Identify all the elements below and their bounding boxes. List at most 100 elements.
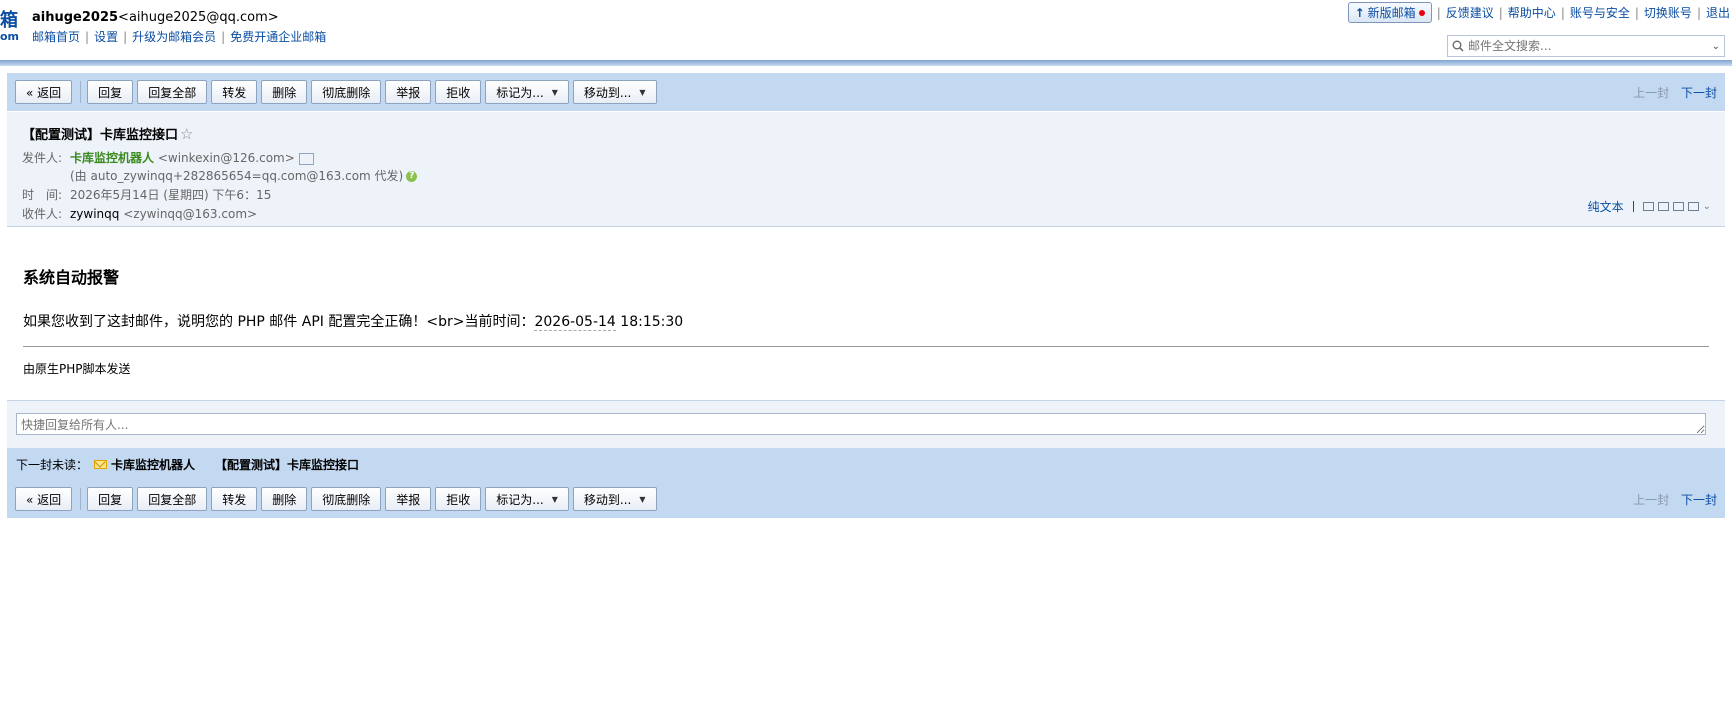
pager: 上一封 下一封 [1633, 84, 1717, 101]
divider: | [123, 30, 128, 44]
next-mail-link[interactable]: 下一封 [1681, 493, 1717, 507]
delete-permanently-button[interactable]: 彻底删除 [311, 487, 382, 511]
mail-header: 【配置测试】卡库监控接口 ☆ 发件人: 卡库监控机器人 <winkexin@126.… [7, 112, 1725, 227]
from-label: 发件人: [22, 151, 63, 165]
body-date[interactable]: 2026-05-14 [534, 314, 616, 331]
divider: | [1498, 5, 1503, 20]
link-enterprise-mail[interactable]: 免费开通企业邮箱 [230, 30, 326, 44]
next-unread-bar: 下一封未读： 卡库监控机器人 【配置测试】卡库监控接口 [7, 448, 1725, 480]
chevron-down-icon[interactable]: ⌄ [1712, 41, 1720, 52]
mail-subject: 【配置测试】卡库监控接口 ☆ [22, 124, 193, 143]
link-help[interactable]: 帮助中心 [1508, 4, 1556, 21]
download-icon[interactable] [1672, 202, 1684, 211]
move-to-label: 移动到... [583, 85, 632, 100]
link-feedback[interactable]: 反馈建议 [1446, 4, 1494, 21]
toolbar-divider [80, 488, 82, 510]
link-switch-account[interactable]: 切换账号 [1644, 4, 1692, 21]
arrow-up-icon: ↑ [1354, 5, 1365, 20]
next-unread-label: 下一封未读： [16, 457, 89, 472]
from-row: 发件人: 卡库监控机器人 <winkexin@126.com> [22, 149, 314, 166]
reply-button[interactable]: 回复 [87, 487, 134, 511]
link-settings[interactable]: 设置 [94, 30, 118, 44]
header-divider [0, 60, 1732, 66]
divider: | [221, 30, 226, 44]
divider: | [85, 30, 90, 44]
on-behalf-row: (由 auto_zywinqq+282865654=qq.com@163.com… [70, 167, 418, 184]
divider: | [1436, 5, 1441, 20]
prev-mail-link[interactable]: 上一封 [1633, 86, 1669, 100]
reject-button[interactable]: 拒收 [435, 487, 482, 511]
quick-reply-input[interactable] [16, 413, 1706, 435]
back-button[interactable]: « 返回 [15, 80, 73, 104]
on-behalf-text: (由 auto_zywinqq+282865654=qq.com@163.com… [70, 169, 404, 183]
body-text-prefix: 如果您收到了这封邮件，说明您的 PHP 邮件 API 配置完全正确！<br>当前… [23, 314, 535, 330]
body-time: 18:15:30 [615, 314, 684, 330]
delete-permanently-button[interactable]: 彻底删除 [311, 80, 382, 104]
report-button[interactable]: 举报 [385, 487, 432, 511]
account-email: <aihuge2025@qq.com> [118, 10, 279, 25]
search-box[interactable]: ⌄ [1447, 35, 1725, 57]
body-text: 如果您收到了这封邮件，说明您的 PHP 邮件 API 配置完全正确！<br>当前… [23, 311, 683, 331]
link-account-security[interactable]: 账号与安全 [1570, 4, 1630, 21]
time-label: 时 间: [22, 188, 63, 202]
move-to-dropdown[interactable]: 移动到... ▼ [572, 80, 657, 104]
report-button[interactable]: 举报 [385, 80, 432, 104]
sender-email: <winkexin@126.com> [157, 151, 295, 165]
toolbar-top: « 返回 回复 回复全部 转发 删除 彻底删除 举报 拒收 标记为... ▼ 移动… [7, 73, 1725, 111]
caret-down-icon: ▼ [639, 87, 646, 97]
recipient-name[interactable]: zywinqq [70, 207, 119, 221]
plain-text-link[interactable]: 纯文本 [1588, 198, 1624, 215]
next-unread-sender[interactable]: 卡库监控机器人 [111, 456, 195, 473]
toolbar-divider [80, 81, 82, 103]
toolbar-bottom: « 返回 回复 回复全部 转发 删除 彻底删除 举报 拒收 标记为... ▼ 移动… [7, 480, 1725, 518]
delete-button[interactable]: 删除 [261, 80, 308, 104]
link-mail-home[interactable]: 邮箱首页 [32, 30, 80, 44]
reply-all-button[interactable]: 回复全部 [137, 80, 208, 104]
reject-button[interactable]: 拒收 [435, 80, 482, 104]
logo[interactable]: 箱 om [0, 12, 19, 46]
subject-text: 【配置测试】卡库监控接口 [22, 128, 179, 143]
expand-icon[interactable] [1657, 202, 1669, 211]
search-input[interactable] [1464, 39, 1712, 53]
back-button[interactable]: « 返回 [15, 487, 73, 511]
account-links: 邮箱首页 | 设置 | 升级为邮箱会员 | 免费开通企业邮箱 [32, 28, 326, 45]
forward-button[interactable]: 转发 [211, 80, 258, 104]
move-to-dropdown[interactable]: 移动到... ▼ [572, 487, 657, 511]
notification-dot-icon [1418, 9, 1425, 16]
contact-card-icon[interactable] [298, 152, 314, 165]
more-chevron-icon[interactable]: ⌄ [1703, 201, 1711, 212]
logo-text-bottom: om [0, 30, 20, 43]
star-icon[interactable]: ☆ [180, 125, 193, 143]
new-version-button[interactable]: ↑ 新版邮箱 [1347, 2, 1432, 23]
new-window-icon[interactable] [1642, 202, 1654, 211]
to-row: 收件人: zywinqq <zywinqq@163.com> [22, 205, 257, 222]
divider: | [1696, 5, 1701, 20]
forward-button[interactable]: 转发 [211, 487, 258, 511]
reply-button[interactable]: 回复 [87, 80, 134, 104]
delete-button[interactable]: 删除 [261, 487, 308, 511]
link-upgrade-member[interactable]: 升级为邮箱会员 [132, 30, 216, 44]
next-mail-link[interactable]: 下一封 [1681, 86, 1717, 100]
mark-as-dropdown[interactable]: 标记为... ▼ [485, 487, 569, 511]
divider: | [1560, 5, 1565, 20]
print-icon[interactable] [1687, 202, 1699, 211]
to-label: 收件人: [22, 207, 63, 221]
body-divider [23, 346, 1709, 347]
next-unread-subject[interactable]: 【配置测试】卡库监控接口 [215, 456, 359, 473]
top-nav: ↑ 新版邮箱 | 反馈建议 | 帮助中心 | 账号与安全 | 切换账号 | 退出 [1347, 2, 1732, 23]
header-actions: 纯文本 ⌄ [1588, 198, 1711, 215]
pager: 上一封 下一封 [1633, 491, 1717, 508]
body-footer: 由原生PHP脚本发送 [23, 362, 131, 376]
divider: | [1634, 5, 1639, 20]
help-icon[interactable]: ? [406, 171, 418, 182]
envelope-icon [94, 459, 108, 469]
search-icon [1452, 40, 1464, 52]
sender-name[interactable]: 卡库监控机器人 [70, 151, 154, 165]
recipient-email: <zywinqq@163.com> [123, 207, 258, 221]
reply-all-button[interactable]: 回复全部 [137, 487, 208, 511]
mark-as-dropdown[interactable]: 标记为... ▼ [485, 80, 569, 104]
prev-mail-link[interactable]: 上一封 [1633, 493, 1669, 507]
link-logout[interactable]: 退出 [1706, 4, 1730, 21]
move-to-label: 移动到... [583, 492, 632, 507]
new-version-label: 新版邮箱 [1367, 6, 1416, 20]
